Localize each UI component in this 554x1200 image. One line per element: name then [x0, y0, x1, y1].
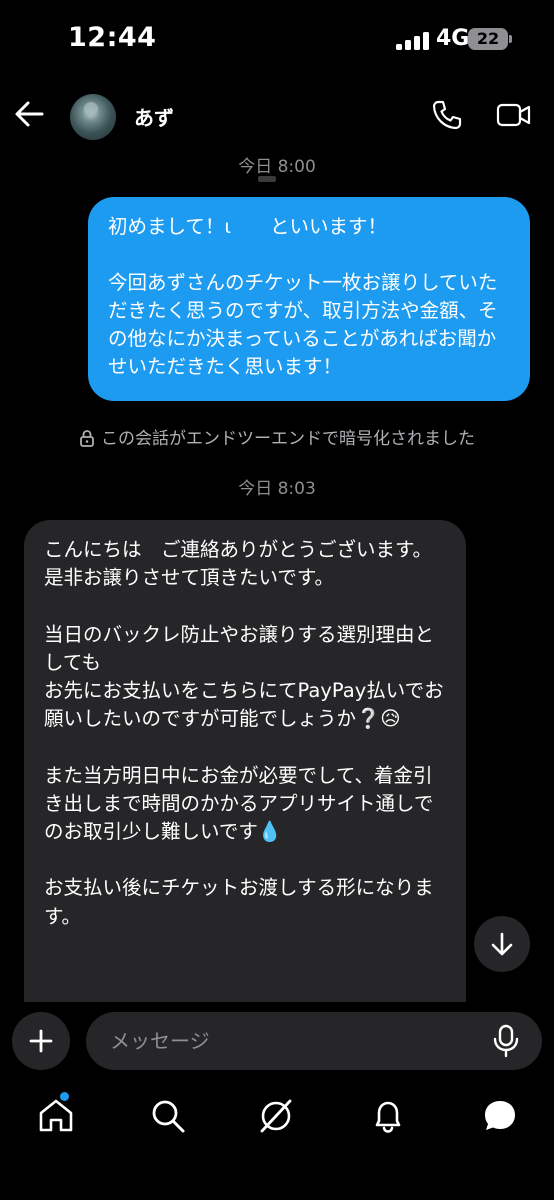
timestamp: 今日 8:00: [238, 157, 316, 177]
status-time: 12:44: [68, 22, 157, 53]
video-camera-icon[interactable]: [496, 100, 532, 130]
arrow-left-icon[interactable]: [12, 96, 48, 132]
phone-icon[interactable]: [430, 98, 464, 132]
timestamp: 今日 8:03: [238, 479, 316, 499]
encryption-notice: この会話がエンドツーエンドで暗号化されました: [0, 424, 554, 449]
outgoing-message-bubble[interactable]: 初めまして！ι といいます！ 今回あずさんのチケット一枚お譲りしていただきたく思…: [88, 197, 530, 401]
arrow-down-icon: [491, 932, 513, 956]
scroll-to-bottom-button[interactable]: [474, 916, 530, 972]
incoming-message-bubble[interactable]: こんにちは ご連絡ありがとうございます。 是非お譲りさせて頂きたいです。 当日の…: [24, 520, 466, 1010]
encryption-notice-text: この会話がエンドツーエンドで暗号化されました: [101, 429, 475, 449]
chat-header: あず: [0, 82, 554, 146]
tab-bar: [0, 1082, 554, 1200]
redaction-mark: [258, 176, 276, 182]
add-attachment-button[interactable]: [12, 1012, 70, 1070]
messages-icon[interactable]: [480, 1096, 520, 1136]
battery-tip: [509, 35, 512, 43]
home-icon[interactable]: [36, 1096, 76, 1136]
microphone-icon[interactable]: [492, 1024, 520, 1058]
grok-icon[interactable]: [256, 1096, 296, 1136]
signal-strength-icon: [396, 32, 429, 50]
lock-icon: [80, 430, 94, 447]
unread-indicator: [60, 1092, 69, 1101]
contact-name[interactable]: あず: [134, 102, 174, 131]
plus-icon: [29, 1029, 53, 1053]
bell-icon[interactable]: [368, 1096, 408, 1136]
message-input[interactable]: [86, 1012, 542, 1070]
battery-icon: 22: [468, 28, 508, 50]
network-type: 4G: [436, 26, 470, 51]
status-bar: 12:44 4G 22: [0, 0, 554, 80]
battery-level: 22: [476, 29, 500, 48]
composer-bar: [0, 1002, 554, 1080]
search-icon[interactable]: [148, 1096, 188, 1136]
avatar[interactable]: [70, 94, 116, 140]
